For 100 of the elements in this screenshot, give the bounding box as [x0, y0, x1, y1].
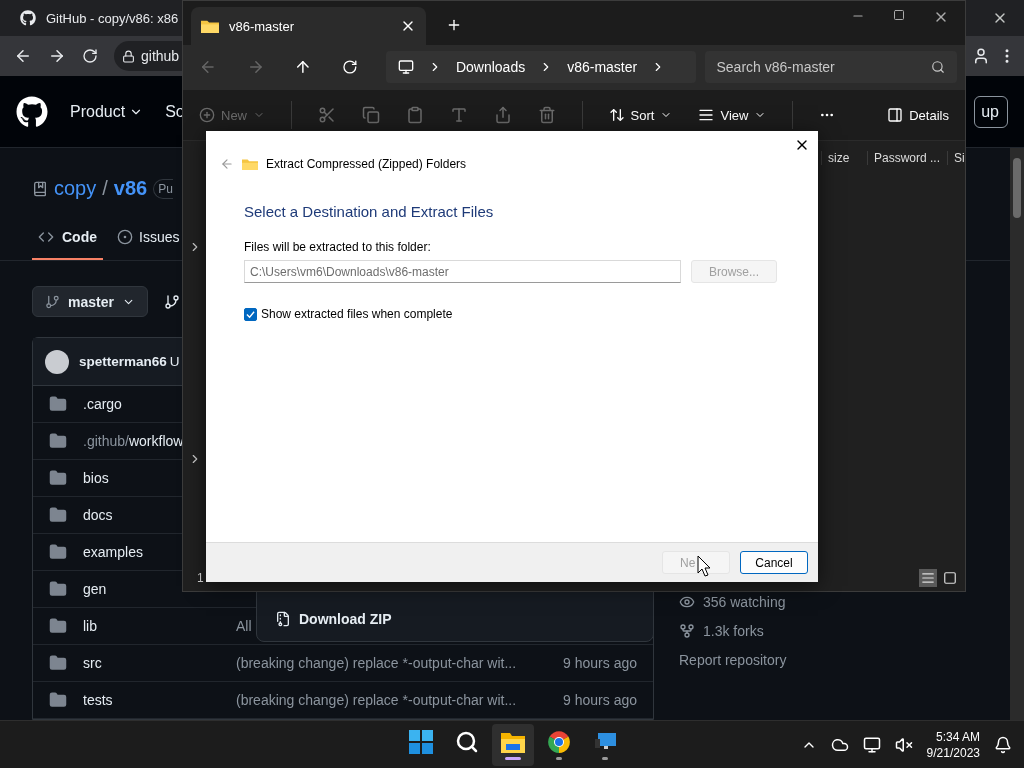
cut-icon[interactable]	[317, 106, 336, 124]
commit-message[interactable]: (breaking change) replace *-output-char wit...	[236, 692, 517, 708]
dialog-button[interactable]: Cancel	[740, 551, 808, 574]
search-icon	[930, 60, 945, 74]
sidebar-link[interactable]: 356 watching	[703, 594, 786, 610]
file-name[interactable]: bios	[83, 470, 109, 486]
branch-button[interactable]: master	[32, 286, 148, 317]
panel-icon	[887, 107, 904, 123]
plus-icon	[199, 107, 215, 123]
maximize-icon[interactable]	[893, 9, 905, 21]
folder-icon	[49, 617, 67, 635]
nav-link[interactable]: Product	[70, 102, 144, 121]
commit-message[interactable]: All	[236, 618, 252, 634]
folder-icon	[49, 506, 67, 524]
tiles-view-button[interactable]	[941, 569, 959, 587]
commit-author[interactable]: spetterman66	[79, 354, 167, 369]
refresh-icon[interactable]	[342, 59, 358, 75]
clock[interactable]: 5:34 AM 9/21/2023	[926, 728, 980, 761]
file-name[interactable]: docs	[83, 507, 113, 523]
field-label: Files will be extracted to this folder:	[244, 240, 432, 254]
commit-time: 9 hours ago	[563, 692, 637, 708]
file-name[interactable]: examples	[83, 544, 143, 560]
mouse-cursor-icon	[697, 555, 711, 577]
column-header[interactable]: Si	[947, 151, 965, 165]
column-header[interactable]: size	[821, 151, 867, 165]
lock-icon	[122, 49, 135, 63]
chrome-icon[interactable]	[547, 729, 571, 754]
reload-icon[interactable]	[82, 48, 98, 64]
search-field[interactable]: Search v86-master	[704, 51, 957, 83]
commit-text: U	[169, 354, 180, 369]
sort-icon	[608, 107, 625, 123]
file-name[interactable]: src	[83, 655, 102, 671]
checkbox[interactable]	[244, 307, 257, 321]
folder-icon	[49, 469, 67, 487]
address-text[interactable]: github	[141, 48, 180, 64]
tab-title[interactable]: GitHub - copy/v86: x86	[46, 10, 179, 26]
tab-title: v86-master	[229, 18, 295, 34]
details-view-button[interactable]	[919, 569, 937, 587]
folder-icon	[49, 395, 67, 413]
profile-icon[interactable]	[972, 47, 990, 65]
commit-time: 9 hours ago	[563, 655, 637, 671]
zip-folder-icon	[242, 157, 258, 171]
muted-speaker-icon[interactable]	[894, 735, 913, 754]
fork-icon	[679, 623, 695, 639]
repo-tab[interactable]: Code	[32, 215, 103, 260]
folder-icon	[49, 691, 67, 709]
issue-icon	[117, 228, 133, 245]
folder-icon	[49, 432, 67, 450]
branch-icon[interactable]	[164, 293, 180, 310]
paste-icon[interactable]	[405, 106, 424, 124]
rename-icon[interactable]	[449, 106, 468, 124]
separator-text: /	[102, 177, 108, 201]
network-icon[interactable]	[862, 735, 881, 754]
commit-message[interactable]: (breaking change) replace *-output-char wit...	[236, 655, 517, 671]
file-name[interactable]: gen	[83, 581, 107, 597]
back-icon[interactable]	[14, 47, 32, 65]
status-text: 1	[197, 571, 204, 585]
folder-icon	[49, 580, 67, 598]
windows-logo-icon[interactable]	[409, 729, 433, 754]
avatar	[45, 349, 69, 374]
explorer-tab[interactable]: v86-master	[191, 7, 426, 45]
monitor-icon	[397, 59, 414, 75]
sign-up-button[interactable]: up	[974, 95, 1008, 128]
file-name[interactable]: tests	[83, 692, 113, 708]
sidebar-link[interactable]: 1.3k forks	[703, 623, 764, 639]
address-bar[interactable]: Downloads v86-master	[385, 51, 696, 83]
checkbox-label: Show extracted files when complete	[261, 307, 453, 321]
copy-icon[interactable]	[361, 106, 380, 124]
scrollbar[interactable]	[1010, 148, 1024, 720]
repo-link[interactable]: v86	[113, 177, 148, 201]
share-icon[interactable]	[493, 106, 512, 124]
eye-icon	[679, 594, 695, 610]
dialog-title: Extract Compressed (Zipped) Folders	[266, 157, 467, 171]
file-name[interactable]: .cargo	[83, 396, 122, 412]
details-button[interactable]: Details	[887, 107, 949, 123]
owner-link[interactable]: copy	[54, 177, 97, 201]
delete-icon[interactable]	[537, 106, 556, 124]
toolbar-button[interactable]: Sort	[608, 107, 673, 123]
repo-tab[interactable]: Issues	[117, 215, 180, 260]
toolbar-button[interactable]: View	[698, 107, 767, 123]
logo-icon[interactable]	[16, 95, 48, 128]
branch-icon	[45, 293, 60, 310]
folder-icon	[49, 543, 67, 561]
view-icon	[698, 107, 715, 123]
folder-icon	[201, 18, 219, 34]
path-field[interactable]: C:\Users\vm6\Downloads\v86-master	[244, 260, 681, 283]
file-name[interactable]: lib	[83, 618, 97, 634]
column-header[interactable]: Password ...	[867, 151, 947, 165]
new-tab-icon[interactable]	[446, 17, 462, 33]
zip-file-icon	[275, 611, 291, 627]
file-name[interactable]: .github/workflow	[83, 433, 184, 449]
search-icon[interactable]	[455, 729, 479, 754]
repo-icon	[32, 180, 48, 197]
sidebar-link[interactable]: Report repository	[679, 652, 787, 668]
folder-icon	[49, 654, 67, 672]
bell-icon[interactable]	[994, 735, 1012, 754]
download-zip-item[interactable]: Download ZIP	[299, 611, 392, 627]
forward-icon[interactable]	[48, 47, 66, 65]
dialog-heading: Select a Destination and Extract Files	[244, 203, 495, 220]
logo-icon	[20, 10, 36, 26]
